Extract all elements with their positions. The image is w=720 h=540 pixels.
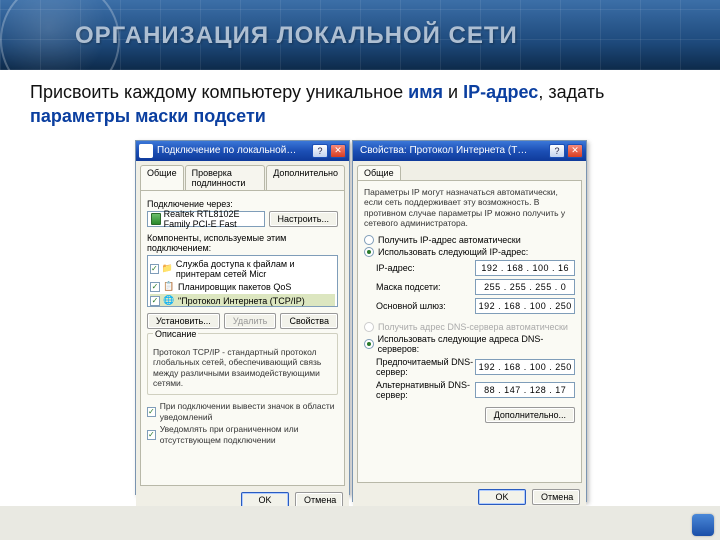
ip-input[interactable]: 192 . 168 . 100 . 16	[475, 260, 575, 276]
tab-auth[interactable]: Проверка подлинности	[185, 165, 266, 190]
close-icon[interactable]: ✕	[330, 144, 346, 158]
ip-label: IP-адрес:	[376, 263, 475, 273]
titlebar[interactable]: ⚙ Подключение по локальной… ? ✕	[136, 141, 349, 161]
service-icon: 📋	[163, 281, 175, 293]
checkbox-icon[interactable]: ✓	[150, 264, 159, 274]
checkbox-icon[interactable]: ✓	[150, 282, 160, 292]
radio-manual-ip[interactable]	[364, 247, 374, 257]
dns2-label: Альтернативный DNS-сервер:	[376, 380, 475, 400]
lan-icon: ⚙	[139, 144, 153, 158]
help-button[interactable]: ?	[549, 144, 565, 158]
dns1-input[interactable]: 192 . 168 . 100 . 250	[475, 359, 575, 375]
mask-input[interactable]: 255 . 255 . 255 . 0	[475, 279, 575, 295]
radio-auto-ip[interactable]	[364, 235, 374, 245]
lan-connection-dialog: ⚙ Подключение по локальной… ? ✕ Общие Пр…	[135, 140, 350, 495]
slide-title: ОРГАНИЗАЦИЯ ЛОКАЛЬНОЙ СЕТИ	[75, 22, 518, 50]
nic-icon	[151, 213, 161, 225]
radio-auto-dns	[364, 322, 374, 332]
tab-advanced[interactable]: Дополнительно	[266, 165, 345, 190]
list-item-selected: ✓ 🌐 "Протокол Интернета (TCP/IP)	[150, 294, 335, 307]
radio-manual-dns[interactable]	[364, 339, 374, 349]
checkbox-icon[interactable]: ✓	[150, 296, 160, 306]
tab-general[interactable]: Общие	[357, 165, 401, 180]
mask-label: Маска подсети:	[376, 282, 475, 292]
list-item: ✓ 📁 Служба доступа к файлам и принтерам …	[150, 258, 335, 280]
close-icon[interactable]: ✕	[567, 144, 583, 158]
intro-text: Присвоить каждому компьютеру уникальное …	[0, 70, 720, 135]
limited-checkbox[interactable]: ✓	[147, 430, 156, 440]
description-fieldset: Описание Протокол TCP/IP - стандартный п…	[147, 333, 338, 396]
info-text: Параметры IP могут назначаться автоматич…	[364, 187, 575, 230]
tab-general[interactable]: Общие	[140, 165, 184, 190]
tcpip-properties-dialog: Свойства: Протокол Интернета (T… ? ✕ Общ…	[352, 140, 587, 502]
install-button[interactable]: Установить...	[147, 313, 220, 329]
protocol-icon: 🌐	[163, 295, 175, 307]
help-button[interactable]: ?	[312, 144, 328, 158]
gateway-input[interactable]: 192 . 168 . 100 . 250	[475, 298, 575, 314]
components-label: Компоненты, используемые этим подключени…	[147, 233, 338, 253]
tray-checkbox[interactable]: ✓	[147, 407, 156, 417]
window-title: Свойства: Протокол Интернета (T…	[360, 145, 547, 156]
list-item: ✓ 📋 Планировщик пакетов QoS	[150, 280, 335, 294]
slide-banner: ОРГАНИЗАЦИЯ ЛОКАЛЬНОЙ СЕТИ	[0, 0, 720, 70]
window-title: Подключение по локальной…	[157, 145, 310, 156]
ok-button[interactable]: OK	[478, 489, 526, 505]
cancel-button[interactable]: Отмена	[532, 489, 580, 505]
properties-button[interactable]: Свойства	[280, 313, 338, 329]
uninstall-button[interactable]: Удалить	[224, 313, 276, 329]
dns2-input[interactable]: 88 . 147 . 128 . 17	[475, 382, 575, 398]
adapter-field: Realtek RTL8102E Family PCI-E Fast	[147, 211, 265, 227]
advanced-button[interactable]: Дополнительно...	[485, 407, 575, 423]
titlebar[interactable]: Свойства: Протокол Интернета (T… ? ✕	[353, 141, 586, 161]
connect-via-label: Подключение через:	[147, 199, 338, 209]
dns1-label: Предпочитаемый DNS-сервер:	[376, 357, 475, 377]
gateway-label: Основной шлюз:	[376, 301, 475, 311]
components-list[interactable]: ✓ 📁 Служба доступа к файлам и принтерам …	[147, 255, 338, 307]
configure-button[interactable]: Настроить...	[269, 211, 338, 227]
footer-bar	[0, 506, 720, 540]
service-icon: 📁	[162, 263, 173, 275]
logo-icon	[692, 514, 714, 536]
